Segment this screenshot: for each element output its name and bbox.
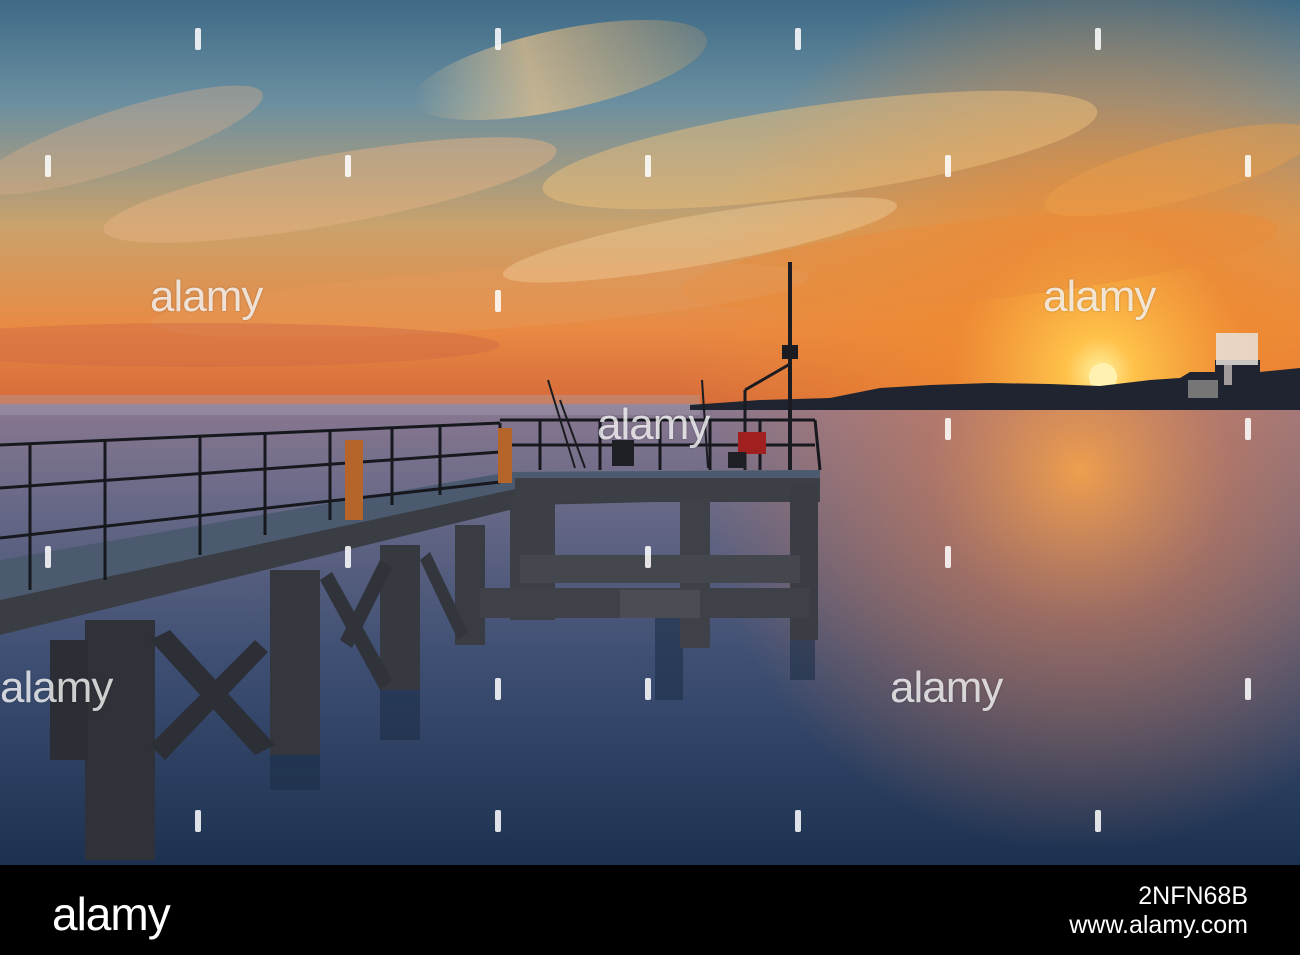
orange-post (345, 440, 363, 520)
watermark-tick (492, 810, 504, 832)
image-info: 2NFN68B www.alamy.com (1069, 882, 1248, 940)
red-chair (738, 432, 766, 454)
water-tower (1216, 333, 1258, 365)
watermark: alamy (890, 663, 1003, 712)
watermark-tick (192, 810, 204, 832)
image-id: 2NFN68B (1138, 882, 1248, 910)
watermark-tick (492, 678, 504, 700)
site-url[interactable]: www.alamy.com (1069, 911, 1248, 940)
watermark-tick (192, 28, 204, 50)
watermark-tick (942, 418, 954, 440)
watermark-tick (342, 155, 354, 177)
watermark-tick (642, 678, 654, 700)
watermark-tick (942, 155, 954, 177)
watermark-tick (642, 546, 654, 568)
watermark: alamy (1043, 272, 1156, 321)
watermark: alamy (0, 663, 113, 712)
watermark-tick (942, 546, 954, 568)
watermark-tick (492, 28, 504, 50)
watermark-tick (792, 810, 804, 832)
watermark-tick (42, 546, 54, 568)
alamy-logo: alamy (52, 888, 171, 940)
footer-bar: alamy 2NFN68B www.alamy.com (0, 865, 1300, 955)
watermark-tick (792, 28, 804, 50)
watermark-tick (492, 290, 504, 312)
watermark-tick (42, 155, 54, 177)
watermark: alamy (597, 400, 710, 449)
watermark-tick (1242, 155, 1254, 177)
watermark-tick (1092, 810, 1104, 832)
watermark-tick (1242, 418, 1254, 440)
watermark-tick (642, 155, 654, 177)
watermark-tick (342, 546, 354, 568)
watermark-tick (1092, 28, 1104, 50)
watermark-tick (1242, 678, 1254, 700)
watermark: alamy (150, 272, 263, 321)
